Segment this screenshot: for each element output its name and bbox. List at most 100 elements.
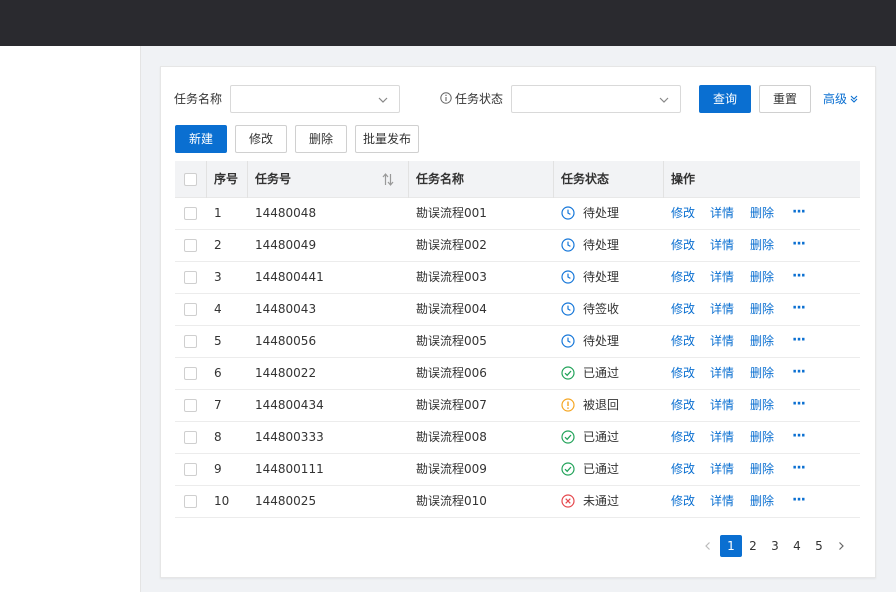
cell-index: 8 (214, 430, 222, 444)
prev-page-button[interactable] (697, 535, 719, 557)
row-edit-link[interactable]: 修改 (671, 198, 695, 229)
row-more-icon[interactable]: ··· (792, 294, 806, 322)
batch-publish-button[interactable]: 批量发布 (355, 125, 419, 153)
cell-task-no: 144800434 (255, 398, 324, 412)
query-button[interactable]: 查询 (699, 85, 751, 113)
cell-index: 7 (214, 398, 222, 412)
row-delete-link[interactable]: 删除 (750, 230, 774, 261)
cell-task-name: 勘误流程009 (416, 462, 487, 476)
row-checkbox[interactable] (184, 463, 197, 476)
table-row: 7 144800434 勘误流程007 被退回 修改 详情 删除 ··· (175, 390, 860, 422)
cell-index: 9 (214, 462, 222, 476)
clock-icon (561, 302, 575, 316)
check-circle-icon (561, 366, 575, 380)
row-checkbox[interactable] (184, 271, 197, 284)
select-all-checkbox[interactable] (184, 173, 197, 186)
page-button[interactable]: 2 (742, 535, 764, 557)
cell-index: 4 (214, 302, 222, 316)
cell-task-no: 14480056 (255, 334, 317, 348)
cell-task-no: 14480022 (255, 366, 317, 380)
row-delete-link[interactable]: 删除 (750, 422, 774, 453)
row-delete-link[interactable]: 删除 (750, 326, 774, 357)
cell-task-name: 勘误流程006 (416, 366, 487, 380)
row-detail-link[interactable]: 详情 (710, 358, 734, 389)
row-detail-link[interactable]: 详情 (710, 326, 734, 357)
row-checkbox[interactable] (184, 239, 197, 252)
row-more-icon[interactable]: ··· (792, 486, 806, 514)
row-delete-link[interactable]: 删除 (750, 454, 774, 485)
page-button[interactable]: 1 (720, 535, 742, 557)
row-checkbox[interactable] (184, 431, 197, 444)
cell-task-no: 144800441 (255, 270, 324, 284)
row-edit-link[interactable]: 修改 (671, 262, 695, 293)
cell-task-name: 勘误流程003 (416, 270, 487, 284)
warning-icon (561, 398, 575, 412)
row-detail-link[interactable]: 详情 (710, 294, 734, 325)
row-delete-link[interactable]: 删除 (750, 390, 774, 421)
header-task-no[interactable]: 任务号 (247, 161, 408, 198)
row-more-icon[interactable]: ··· (792, 422, 806, 450)
row-edit-link[interactable]: 修改 (671, 422, 695, 453)
row-edit-link[interactable]: 修改 (671, 486, 695, 517)
row-edit-link[interactable]: 修改 (671, 454, 695, 485)
next-page-button[interactable] (830, 535, 852, 557)
task-name-select[interactable] (230, 85, 400, 113)
page-button[interactable]: 5 (808, 535, 830, 557)
check-circle-icon (561, 462, 575, 476)
reset-button[interactable]: 重置 (759, 85, 811, 113)
header-status: 任务状态 (561, 172, 610, 186)
row-more-icon[interactable]: ··· (792, 454, 806, 482)
sidebar (0, 46, 141, 592)
row-edit-link[interactable]: 修改 (671, 326, 695, 357)
row-more-icon[interactable]: ··· (792, 198, 806, 226)
task-name-label: 任务名称 (174, 92, 223, 106)
header-index: 序号 (214, 172, 239, 186)
row-checkbox[interactable] (184, 303, 197, 316)
row-edit-link[interactable]: 修改 (671, 390, 695, 421)
row-edit-link[interactable]: 修改 (671, 294, 695, 325)
table-row: 5 14480056 勘误流程005 待处理 修改 详情 删除 ··· (175, 326, 860, 358)
row-detail-link[interactable]: 详情 (710, 422, 734, 453)
row-checkbox[interactable] (184, 399, 197, 412)
row-checkbox[interactable] (184, 367, 197, 380)
row-delete-link[interactable]: 删除 (750, 198, 774, 229)
cell-status: 待签收 (583, 302, 620, 316)
new-button[interactable]: 新建 (175, 125, 227, 153)
edit-button[interactable]: 修改 (235, 125, 287, 153)
page-button[interactable]: 4 (786, 535, 808, 557)
row-delete-link[interactable]: 删除 (750, 358, 774, 389)
row-checkbox[interactable] (184, 495, 197, 508)
cell-task-name: 勘误流程004 (416, 302, 487, 316)
cell-task-no: 14480048 (255, 206, 317, 220)
row-delete-link[interactable]: 删除 (750, 486, 774, 517)
cell-index: 2 (214, 238, 222, 252)
row-delete-link[interactable]: 删除 (750, 294, 774, 325)
row-detail-link[interactable]: 详情 (710, 390, 734, 421)
row-delete-link[interactable]: 删除 (750, 262, 774, 293)
cell-status: 待处理 (583, 206, 620, 220)
row-detail-link[interactable]: 详情 (710, 486, 734, 517)
table-row: 8 144800333 勘误流程008 已通过 修改 详情 删除 ··· (175, 422, 860, 454)
row-more-icon[interactable]: ··· (792, 358, 806, 386)
row-more-icon[interactable]: ··· (792, 326, 806, 354)
table-row: 4 14480043 勘误流程004 待签收 修改 详情 删除 ··· (175, 294, 860, 326)
row-detail-link[interactable]: 详情 (710, 198, 734, 229)
row-checkbox[interactable] (184, 207, 197, 220)
row-more-icon[interactable]: ··· (792, 390, 806, 418)
row-detail-link[interactable]: 详情 (710, 454, 734, 485)
row-detail-link[interactable]: 详情 (710, 262, 734, 293)
row-edit-link[interactable]: 修改 (671, 358, 695, 389)
task-status-select[interactable] (511, 85, 681, 113)
row-more-icon[interactable]: ··· (792, 262, 806, 290)
row-more-icon[interactable]: ··· (792, 230, 806, 258)
clock-icon (561, 334, 575, 348)
check-circle-icon (561, 430, 575, 444)
task-status-label: 任务状态 (455, 92, 504, 106)
delete-button[interactable]: 删除 (295, 125, 347, 153)
advanced-toggle[interactable]: 高级 (823, 85, 859, 113)
row-edit-link[interactable]: 修改 (671, 230, 695, 261)
row-detail-link[interactable]: 详情 (710, 230, 734, 261)
row-checkbox[interactable] (184, 335, 197, 348)
sort-icon[interactable] (382, 173, 394, 186)
page-button[interactable]: 3 (764, 535, 786, 557)
